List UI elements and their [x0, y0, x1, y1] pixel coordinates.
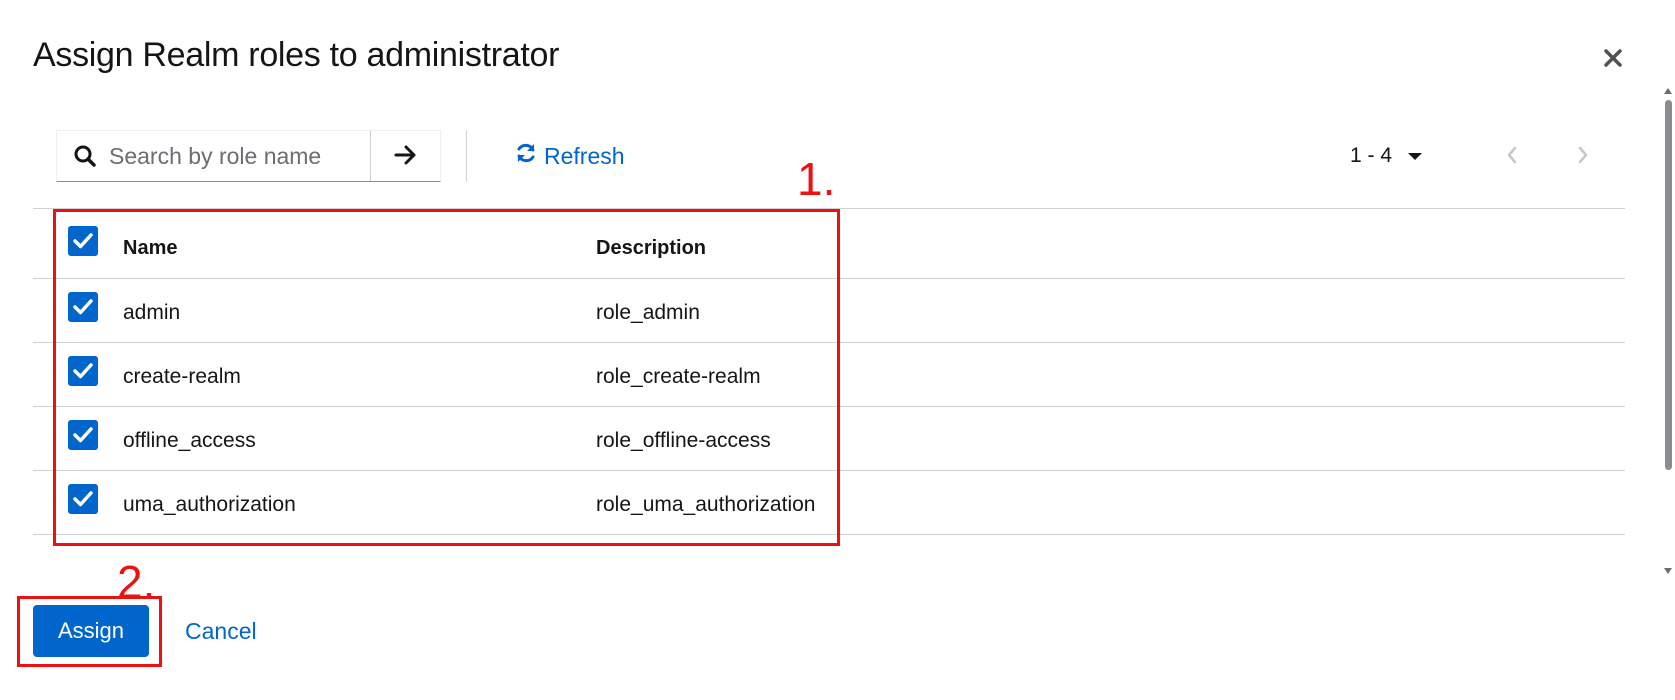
caret-down-icon [1408, 152, 1423, 160]
annotation-label-1: 1. [797, 153, 836, 205]
refresh-button[interactable]: Refresh [514, 138, 625, 174]
modal-title: Assign Realm roles to administrator [33, 36, 560, 74]
next-page-button[interactable] [1567, 140, 1599, 172]
toolbar-divider [466, 130, 467, 182]
scroll-thumb[interactable] [1665, 100, 1672, 470]
chevron-left-icon [1506, 146, 1518, 167]
modal-scrollbar[interactable] [1662, 86, 1675, 576]
search-input[interactable] [107, 135, 371, 177]
assign-roles-modal: Assign Realm roles to administrator Sear… [0, 0, 1675, 700]
search-icon [63, 144, 107, 168]
close-button[interactable] [1600, 46, 1626, 72]
sync-icon [514, 141, 538, 171]
assign-button[interactable]: Assign [33, 605, 149, 657]
annotation-label-2: 2. [117, 556, 156, 608]
arrow-right-icon [394, 144, 418, 169]
search-group [56, 130, 441, 182]
previous-page-button[interactable] [1496, 140, 1528, 172]
chevron-right-icon [1577, 146, 1589, 167]
pagination-toggle[interactable]: 1 - 4 [1350, 138, 1423, 174]
refresh-label: Refresh [544, 142, 625, 169]
search-submit-button[interactable] [370, 131, 440, 181]
cancel-button[interactable]: Cancel [185, 612, 257, 650]
annotation-box-1 [53, 209, 840, 546]
close-icon [1603, 48, 1623, 71]
scroll-down-arrow-icon[interactable] [1664, 568, 1672, 574]
pagination-label: 1 - 4 [1350, 144, 1393, 167]
scroll-up-arrow-icon[interactable] [1664, 88, 1672, 94]
